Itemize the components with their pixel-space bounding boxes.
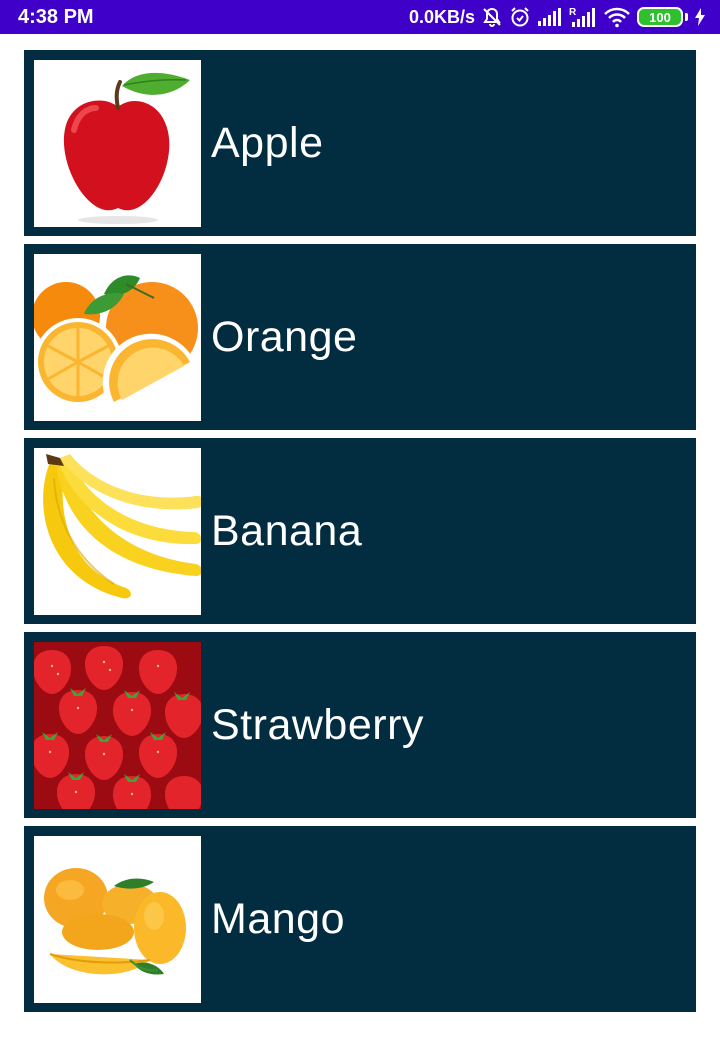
list-item-mango[interactable]: Mango [24,826,696,1012]
orange-image [34,254,201,421]
battery-level: 100 [637,7,683,27]
wifi-icon [603,6,631,28]
strawberry-image [34,642,201,809]
item-label: Mango [211,894,345,943]
status-time: 4:38 PM [18,5,94,28]
list-item-orange[interactable]: Orange [24,244,696,430]
status-bar: 4:38 PM 0.0KB/s R 100 [0,0,720,34]
signal-icon [537,7,563,27]
list-item-strawberry[interactable]: Strawberry [24,632,696,818]
battery-icon: 100 [637,7,688,27]
list-item-banana[interactable]: Banana [24,438,696,624]
list-item-apple[interactable]: Apple [24,50,696,236]
network-speed: 0.0KB/s [408,6,475,27]
status-icons: 0.0KB/s R 100 [409,6,706,28]
apple-image [34,60,201,227]
mute-icon [481,6,503,28]
charging-icon [694,7,706,27]
banana-image [34,448,201,615]
item-label: Strawberry [211,700,424,749]
svg-text:R: R [569,7,577,18]
fruit-list: Apple Orange Banana Strawberry Mango [24,50,696,1020]
mango-image [34,836,201,1003]
alarm-icon [509,6,531,28]
item-label: Apple [211,118,324,167]
item-label: Orange [211,312,358,361]
item-label: Banana [211,506,363,555]
roaming-signal-icon: R [569,6,597,28]
